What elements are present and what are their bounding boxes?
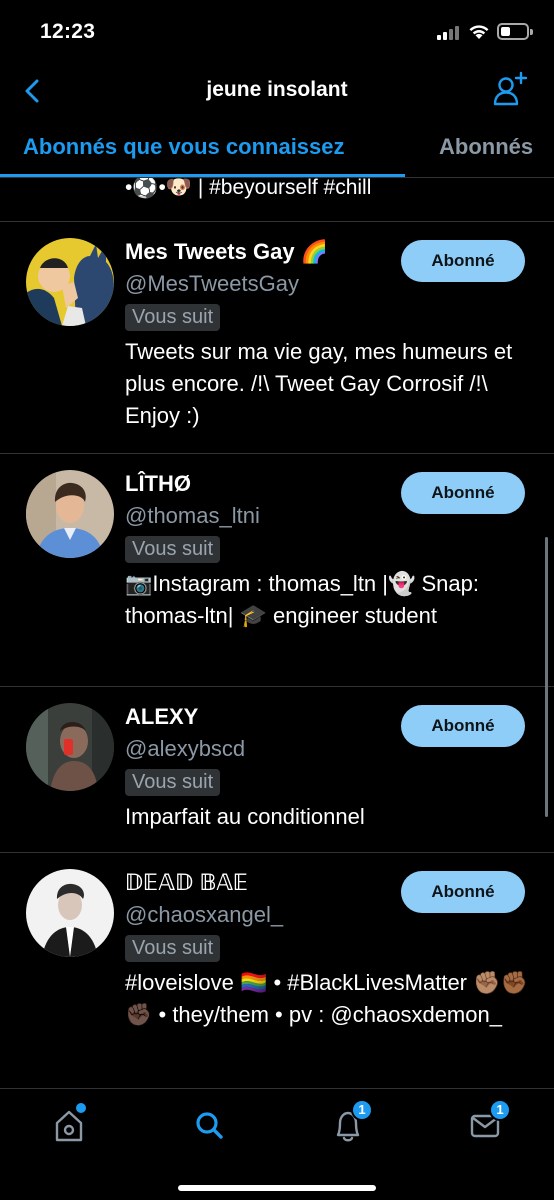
user-name: ALEXY bbox=[125, 704, 199, 729]
user-handle[interactable]: @alexybscd bbox=[125, 734, 245, 764]
avatar[interactable] bbox=[26, 869, 114, 957]
list-item[interactable]: Mes Tweets Gay 🌈 @MesTweetsGay Vous suit… bbox=[0, 221, 554, 453]
user-bio: 📷Instagram : thomas_ltn |👻 Snap: thomas-… bbox=[125, 571, 479, 628]
avatar[interactable] bbox=[26, 470, 114, 558]
user-bio: Imparfait au conditionnel bbox=[125, 804, 365, 829]
follows-you-badge: Vous suit bbox=[125, 536, 221, 563]
user-bio: Tweets sur ma vie gay, mes humeurs et pl… bbox=[125, 339, 513, 428]
scrollbar[interactable] bbox=[545, 537, 548, 817]
home-unread-dot bbox=[76, 1103, 86, 1113]
user-name: LÎTHØ bbox=[125, 471, 191, 496]
signal-icon bbox=[437, 26, 461, 40]
follows-you-badge: Vous suit bbox=[125, 769, 221, 796]
search-tab[interactable] bbox=[187, 1105, 231, 1145]
user-handle[interactable]: @chaosxangel_ bbox=[125, 900, 283, 930]
wifi-icon bbox=[468, 22, 490, 40]
notifications-badge: 1 bbox=[351, 1099, 373, 1121]
tab-followers-you-know[interactable]: Abonnés que vous connaissez bbox=[23, 134, 345, 160]
avatar[interactable] bbox=[26, 238, 114, 326]
list-item[interactable]: 𝔻𝔼𝔸𝔻 𝔹𝔸𝔼 @chaosxangel_ Vous suit #loveis… bbox=[0, 852, 554, 1088]
notifications-tab[interactable]: 1 bbox=[326, 1099, 373, 1145]
list-item[interactable]: ALEXY @alexybscd Vous suit Imparfait au … bbox=[0, 686, 554, 852]
add-user-icon bbox=[493, 71, 528, 106]
home-tab[interactable] bbox=[47, 1103, 91, 1145]
following-button[interactable]: Abonné bbox=[401, 240, 525, 282]
tab-bar: Abonnés que vous connaissez Abonnés bbox=[0, 116, 554, 178]
tab-followers[interactable]: Abonnés bbox=[439, 134, 533, 160]
status-time: 12:23 bbox=[40, 20, 96, 43]
status-bar: 12:23 bbox=[0, 0, 554, 66]
tab-underline bbox=[0, 174, 405, 177]
user-name: Mes Tweets Gay 🌈 bbox=[125, 239, 329, 264]
add-user-button[interactable] bbox=[490, 70, 530, 110]
search-icon bbox=[196, 1112, 223, 1139]
user-name: 𝔻𝔼𝔸𝔻 𝔹𝔸𝔼 bbox=[125, 870, 249, 895]
list-item[interactable]: LÎTHØ @thomas_ltni Vous suit 📷Instagram … bbox=[0, 453, 554, 686]
avatar[interactable] bbox=[26, 703, 114, 791]
previous-user-bio: •⚽•🐶 | #beyourself #chill bbox=[125, 178, 372, 199]
user-handle[interactable]: @MesTweetsGay bbox=[125, 269, 299, 299]
following-button[interactable]: Abonné bbox=[401, 705, 525, 747]
follows-you-badge: Vous suit bbox=[125, 304, 221, 331]
messages-badge: 1 bbox=[489, 1099, 511, 1121]
user-handle[interactable]: @thomas_ltni bbox=[125, 501, 260, 531]
follows-you-badge: Vous suit bbox=[125, 935, 221, 962]
home-indicator bbox=[178, 1185, 376, 1191]
battery-icon bbox=[497, 23, 533, 40]
header: jeune insolant bbox=[0, 66, 554, 116]
following-button[interactable]: Abonné bbox=[401, 871, 525, 913]
following-button[interactable]: Abonné bbox=[401, 472, 525, 514]
messages-tab[interactable]: 1 bbox=[464, 1099, 511, 1145]
bottom-tab-bar: 1 1 bbox=[0, 1088, 554, 1200]
page-title: jeune insolant bbox=[206, 78, 348, 101]
user-bio: #loveislove 🏳️‍🌈 • #BlackLivesMatter ✊🏽✊… bbox=[125, 970, 528, 1027]
followers-list[interactable]: •⚽•🐶 | #beyourself #chill Mes Tweets Gay… bbox=[0, 178, 554, 1088]
